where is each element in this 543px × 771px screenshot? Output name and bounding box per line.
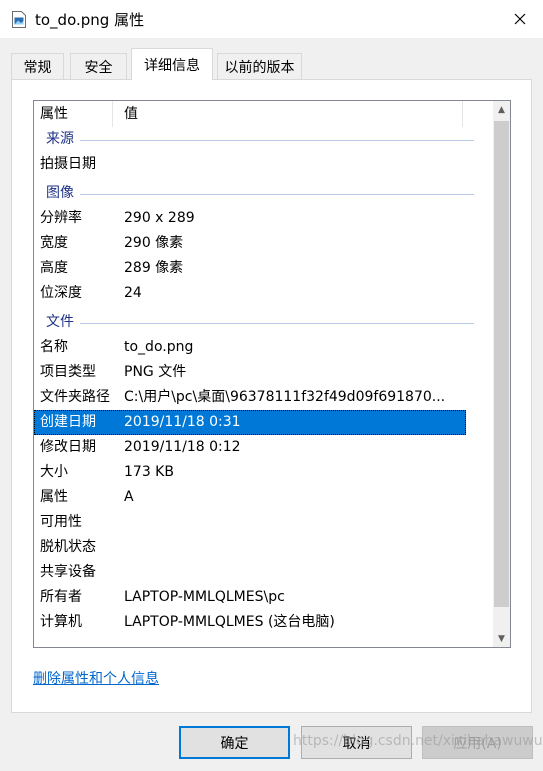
row-resolution[interactable]: 分辨率 290 x 289 bbox=[34, 206, 466, 231]
row-value: 173 KB bbox=[124, 464, 174, 480]
row-value: C:\用户\pc\桌面\96378111f32f49d09f691870... bbox=[124, 389, 446, 405]
row-value: PNG 文件 bbox=[124, 364, 187, 380]
row-key: 计算机 bbox=[40, 614, 82, 630]
row-key: 创建日期 bbox=[40, 414, 96, 430]
row-key: 名称 bbox=[40, 339, 68, 355]
row-name[interactable]: 名称 to_do.png bbox=[34, 335, 466, 360]
row-value: 2019/11/18 0:12 bbox=[124, 439, 241, 455]
row-value: 290 像素 bbox=[124, 235, 184, 251]
row-key: 可用性 bbox=[40, 514, 82, 530]
row-value: 24 bbox=[124, 285, 142, 301]
scroll-up-icon[interactable]: ▲ bbox=[493, 101, 510, 118]
group-label: 来源 bbox=[46, 127, 80, 152]
row-key: 分辨率 bbox=[40, 210, 82, 226]
tab-previous-versions[interactable]: 以前的版本 bbox=[217, 53, 302, 79]
row-key: 位深度 bbox=[40, 285, 82, 301]
scrollbar-thumb[interactable] bbox=[494, 121, 509, 607]
row-owner[interactable]: 所有者 LAPTOP-MMLQLMES\pc bbox=[34, 585, 466, 610]
remove-properties-link[interactable]: 删除属性和个人信息 bbox=[33, 668, 159, 688]
row-value: LAPTOP-MMLQLMES (这台电脑) bbox=[124, 614, 335, 630]
row-date-modified[interactable]: 修改日期 2019/11/18 0:12 bbox=[34, 435, 466, 460]
title-bar: to_do.png 属性 bbox=[0, 0, 543, 38]
row-key: 属性 bbox=[40, 489, 68, 505]
row-key: 拍摄日期 bbox=[40, 156, 96, 172]
row-date-created[interactable]: 创建日期 2019/11/18 0:31 bbox=[34, 410, 466, 435]
row-date-taken[interactable]: 拍摄日期 bbox=[34, 152, 466, 177]
row-key: 修改日期 bbox=[40, 439, 96, 455]
row-bit-depth[interactable]: 位深度 24 bbox=[34, 281, 466, 306]
vertical-scrollbar[interactable]: ▲ ▼ bbox=[493, 101, 510, 647]
window-title: to_do.png 属性 bbox=[35, 11, 145, 29]
row-value: 2019/11/18 0:31 bbox=[124, 414, 241, 430]
row-key: 文件夹路径 bbox=[40, 389, 110, 405]
row-item-type[interactable]: 项目类型 PNG 文件 bbox=[34, 360, 466, 385]
ok-button[interactable]: 确定 bbox=[179, 726, 290, 759]
row-offline-status[interactable]: 脱机状态 bbox=[34, 535, 466, 560]
column-header-value[interactable]: 值 bbox=[113, 101, 463, 127]
tab-general[interactable]: 常规 bbox=[11, 53, 64, 79]
png-file-icon bbox=[12, 11, 26, 28]
row-shared-with[interactable]: 共享设备 bbox=[34, 560, 466, 585]
details-panel: 属性 值 来源 拍摄日期 图像 分辨率 290 x 289 宽度 290 像素 … bbox=[11, 79, 532, 713]
tab-security[interactable]: 安全 bbox=[70, 53, 127, 79]
group-label: 图像 bbox=[46, 181, 80, 206]
row-value: LAPTOP-MMLQLMES\pc bbox=[124, 589, 285, 605]
column-header-property[interactable]: 属性 bbox=[34, 101, 113, 127]
group-label: 文件 bbox=[46, 310, 80, 335]
close-button[interactable] bbox=[497, 0, 543, 38]
group-header-file[interactable]: 文件 bbox=[34, 310, 474, 335]
row-key: 所有者 bbox=[40, 589, 82, 605]
property-list[interactable]: 属性 值 来源 拍摄日期 图像 分辨率 290 x 289 宽度 290 像素 … bbox=[33, 100, 511, 648]
row-value: to_do.png bbox=[124, 339, 194, 355]
row-key: 脱机状态 bbox=[40, 539, 96, 555]
row-attributes[interactable]: 属性 A bbox=[34, 485, 466, 510]
row-computer[interactable]: 计算机 LAPTOP-MMLQLMES (这台电脑) bbox=[34, 610, 466, 635]
row-key: 项目类型 bbox=[40, 364, 96, 380]
row-folder-path[interactable]: 文件夹路径 C:\用户\pc\桌面\96378111f32f49d09f6918… bbox=[34, 385, 466, 410]
row-value: 289 像素 bbox=[124, 260, 184, 276]
row-value: 290 x 289 bbox=[124, 210, 195, 226]
scroll-down-icon[interactable]: ▼ bbox=[493, 630, 510, 647]
row-value: A bbox=[124, 489, 134, 505]
watermark-text: https://blog.csdn.net/xixihahawuwu bbox=[293, 733, 543, 749]
row-key: 宽度 bbox=[40, 235, 68, 251]
row-key: 高度 bbox=[40, 260, 68, 276]
list-header: 属性 值 bbox=[34, 101, 488, 127]
group-header-source[interactable]: 来源 bbox=[34, 127, 474, 152]
row-height[interactable]: 高度 289 像素 bbox=[34, 256, 466, 281]
close-icon bbox=[514, 13, 526, 25]
row-availability[interactable]: 可用性 bbox=[34, 510, 466, 535]
row-size[interactable]: 大小 173 KB bbox=[34, 460, 466, 485]
group-header-image[interactable]: 图像 bbox=[34, 181, 474, 206]
tab-details[interactable]: 详细信息 bbox=[131, 48, 213, 80]
row-width[interactable]: 宽度 290 像素 bbox=[34, 231, 466, 256]
row-key: 大小 bbox=[40, 464, 68, 480]
row-key: 共享设备 bbox=[40, 564, 96, 580]
